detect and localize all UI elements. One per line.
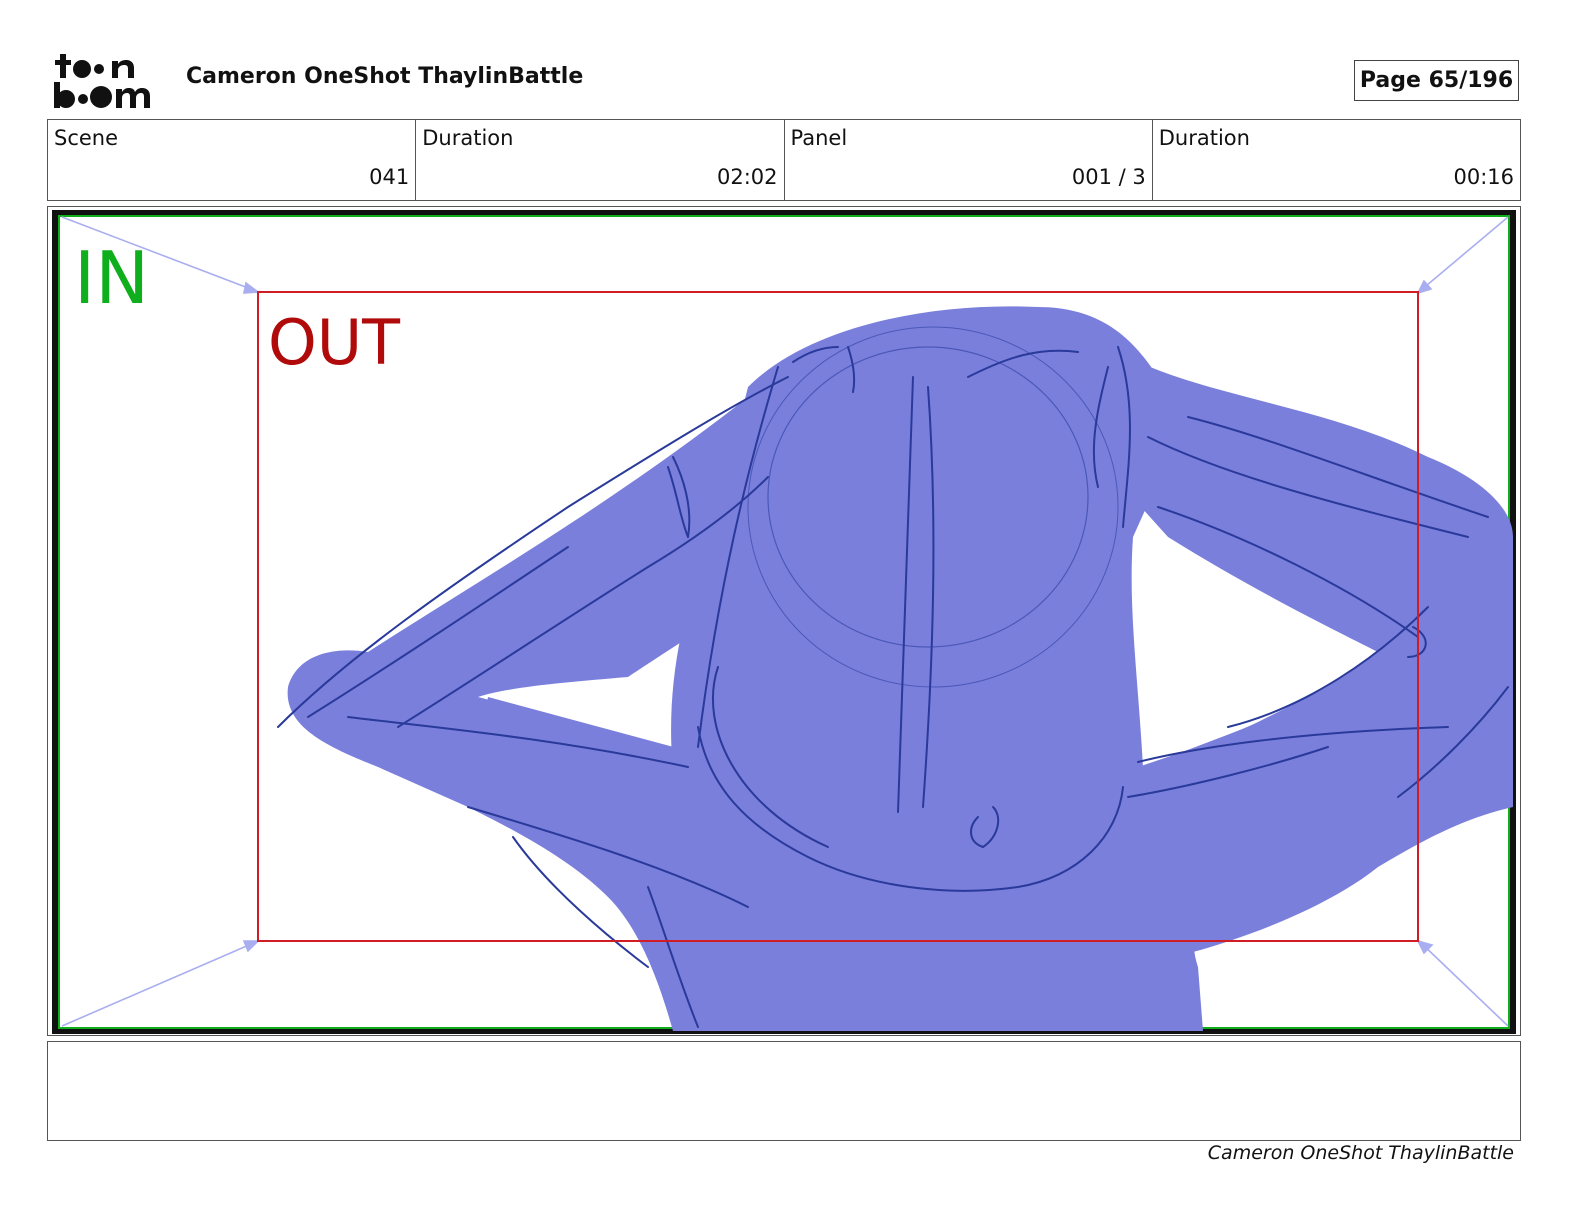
in-label: IN bbox=[74, 236, 149, 320]
storyboard-panel: IN OUT bbox=[47, 206, 1521, 1036]
toon-boom-logo bbox=[54, 54, 150, 108]
panel-label: Panel bbox=[790, 126, 848, 150]
scene-duration-label: Duration bbox=[422, 126, 514, 150]
page-label: Page bbox=[1359, 68, 1421, 93]
scene-duration-cell: Duration 02:02 bbox=[416, 120, 785, 200]
panel-notes-box[interactable] bbox=[47, 1041, 1521, 1141]
document-title: Cameron OneShot ThaylinBattle bbox=[186, 64, 584, 89]
scene-duration-value: 02:02 bbox=[716, 165, 778, 189]
page-indicator: Page 65/196 bbox=[1354, 60, 1519, 101]
panel-duration-label: Duration bbox=[1158, 126, 1250, 150]
out-label: OUT bbox=[268, 306, 401, 379]
scene-label: Scene bbox=[54, 126, 119, 150]
panel-duration-value: 00:16 bbox=[1453, 165, 1514, 189]
panel-cell: Panel 001 / 3 bbox=[785, 120, 1153, 200]
panel-duration-cell: Duration 00:16 bbox=[1153, 120, 1520, 200]
scene-info-table: Scene 041 Duration 02:02 Panel 001 / 3 D… bbox=[47, 119, 1521, 201]
page-number: 65/196 bbox=[1428, 68, 1514, 93]
panel-value: 001 / 3 bbox=[1071, 165, 1146, 189]
footer-title: Cameron OneShot ThaylinBattle bbox=[1207, 1142, 1514, 1164]
scene-value: 041 bbox=[369, 165, 410, 189]
scene-cell: Scene 041 bbox=[48, 120, 417, 200]
panel-drawing: IN OUT bbox=[48, 207, 1520, 1035]
